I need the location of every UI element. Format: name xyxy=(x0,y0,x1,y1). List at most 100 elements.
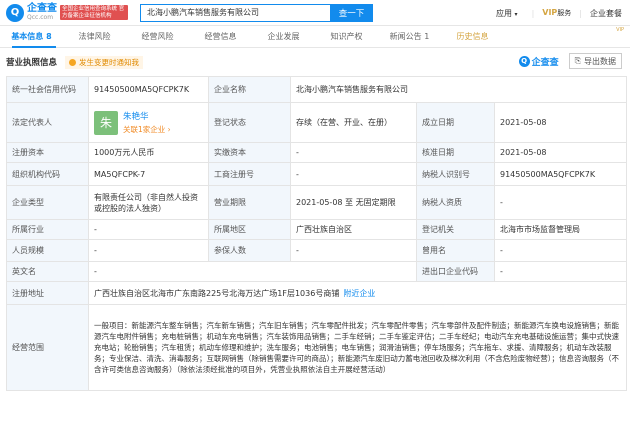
paid-capital-label: 实缴资本 xyxy=(208,142,291,163)
reg-no-value: - xyxy=(290,162,417,186)
related-companies-label: 关联1家企业 xyxy=(123,125,166,134)
search-bar: 北海小鹏汽车销售服务有限公司 查一下 xyxy=(140,3,373,22)
logo-text: 企查查 Qcc.com xyxy=(27,2,57,22)
legal-rep-name[interactable]: 朱艳华 xyxy=(123,110,171,122)
industry-label: 所属行业 xyxy=(6,219,89,240)
top-header: Q 企查查 Qcc.com 全国企业信用查询系统 官方备案企业征信机构 北海小鹏… xyxy=(0,0,630,26)
export-button[interactable]: ⎘ 导出数据 xyxy=(568,53,622,69)
address-value: 广西壮族自治区北海市广东南路225号北海万达广场1F层1036号商铺 xyxy=(94,288,340,298)
legal-rep: 朱 朱艳华 关联1家企业 › xyxy=(94,110,203,135)
table-row: 企业类型 有限责任公司（非自然人投资或控股的法人独资） 营业期限 2021-05… xyxy=(6,185,627,220)
business-license-table: 统一社会信用代码 91450500MA5QFCPK7K 企业名称 北海小鹏汽车销… xyxy=(6,76,627,391)
divider: | xyxy=(579,8,582,18)
table-row: 英文名 - 进出口企业代码 - xyxy=(6,261,627,282)
english-name-value: - xyxy=(88,261,417,282)
tab-operation-info[interactable]: 经营信息 xyxy=(189,31,252,42)
org-code-value: MA5QFCPK-7 xyxy=(88,162,209,186)
tab-news[interactable]: 新闻公告 1 xyxy=(378,31,441,42)
status-value: 存续（在营、开业、在册） xyxy=(290,102,417,143)
former-name-value: - xyxy=(494,239,627,262)
chevron-down-icon: ▾ xyxy=(514,10,518,18)
term-value: 2021-05-08 至 无固定期限 xyxy=(290,185,417,220)
former-name-label: 曾用名 xyxy=(416,239,495,262)
capital-label: 注册资本 xyxy=(6,142,89,163)
staff-value: - xyxy=(88,239,209,262)
vip-service-link[interactable]: VIP服务 xyxy=(542,8,571,18)
search-input[interactable]: 北海小鹏汽车销售服务有限公司 xyxy=(140,3,330,22)
table-row: 经营范围 一般项目：新能源汽车整车销售；汽车新车销售；汽车旧车销售；汽车零配件批… xyxy=(6,304,627,391)
credit-code-label: 统一社会信用代码 xyxy=(6,76,89,103)
tab-history[interactable]: 历史信息 xyxy=(441,31,504,42)
logo-badge: 全国企业信用查询系统 官方备案企业征信机构 xyxy=(60,5,128,20)
enterprise-suite-link[interactable]: 企业套餐 xyxy=(590,8,622,19)
qcc-logo-icon: Q xyxy=(518,55,530,67)
tax-qual-value: - xyxy=(494,185,627,220)
logo-sub: Qcc.com xyxy=(27,13,54,21)
table-row: 法定代表人 朱 朱艳华 关联1家企业 › 登记状态 存续（在营、开业、在册） 成… xyxy=(6,102,627,143)
industry-value: - xyxy=(88,219,209,240)
related-companies-link[interactable]: 关联1家企业 › xyxy=(123,124,171,135)
chevron-right-icon: › xyxy=(167,125,171,134)
staff-label: 人员规模 xyxy=(6,239,89,262)
tax-qual-label: 纳税人资质 xyxy=(416,185,495,220)
table-row: 人员规模 - 参保人数 - 曾用名 - xyxy=(6,239,627,262)
credit-code-value: 91450500MA5QFCPK7K xyxy=(88,76,209,103)
bell-icon xyxy=(69,58,77,66)
approve-date-value: 2021-05-08 xyxy=(494,142,627,163)
vip-sub-label: 服务 xyxy=(557,9,572,17)
search-button[interactable]: 查一下 xyxy=(330,3,373,22)
change-notify-button[interactable]: 发生变更时通知我 xyxy=(65,55,144,69)
vip-badge: VIP xyxy=(616,27,624,33)
logo-name: 企查查 xyxy=(27,2,57,14)
company-type-label: 企业类型 xyxy=(6,185,89,220)
table-row: 统一社会信用代码 91450500MA5QFCPK7K 企业名称 北海小鹏汽车销… xyxy=(6,76,627,103)
authority-value: 北海市市场监督管理局 xyxy=(494,219,627,240)
qcc-brand: Q 企查查 xyxy=(518,55,559,68)
address-label: 注册地址 xyxy=(6,281,89,305)
logo[interactable]: Q 企查查 Qcc.com 全国企业信用查询系统 官方备案企业征信机构 xyxy=(6,2,134,22)
table-row: 所属行业 - 所属地区 广西壮族自治区 登记机关 北海市市场监督管理局 xyxy=(6,219,627,240)
qcc-brand-name: 企查查 xyxy=(531,57,559,68)
tab-legal-risk[interactable]: 法律风险 xyxy=(63,31,126,42)
section-title: 营业执照信息 xyxy=(6,58,58,68)
region-value: 广西壮族自治区 xyxy=(290,219,417,240)
apps-menu-label: 应用 xyxy=(496,8,512,18)
nearby-companies-link[interactable]: 附近企业 xyxy=(343,289,375,298)
tab-label: 基本信息 xyxy=(11,32,44,41)
tab-development[interactable]: 企业发展 xyxy=(252,31,315,42)
authority-label: 登记机关 xyxy=(416,219,495,240)
tax-id-value: 91450500MA5QFCPK7K xyxy=(494,162,627,186)
divider: | xyxy=(531,8,535,18)
main-tabs: 基本信息 8 法律风险 经营风险 经营信息 企业发展 知识产权 新闻公告 1 历… xyxy=(0,26,630,48)
company-type-value: 有限责任公司（非自然人投资或控股的法人独资） xyxy=(88,185,209,220)
header-nav: 应用 ▾ | VIP服务 | 企业套餐 xyxy=(482,0,622,26)
tab-count: 1 xyxy=(424,32,430,41)
tab-operation-risk[interactable]: 经营风险 xyxy=(126,31,189,42)
scope-label: 经营范围 xyxy=(6,304,89,391)
table-row: 注册地址 广西壮族自治区北海市广东南路225号北海万达广场1F层1036号商铺附… xyxy=(6,281,627,305)
export-label: 导出数据 xyxy=(584,56,616,66)
avatar: 朱 xyxy=(94,110,118,135)
apps-menu[interactable]: 应用 ▾ xyxy=(496,8,518,19)
tab-label: 新闻公告 xyxy=(389,32,422,41)
legal-rep-label: 法定代表人 xyxy=(6,102,89,143)
status-label: 登记状态 xyxy=(208,102,291,143)
approve-date-label: 核准日期 xyxy=(416,142,495,163)
capital-value: 1000万元人民币 xyxy=(88,142,209,163)
tab-ip[interactable]: 知识产权 xyxy=(315,31,378,42)
company-name-label: 企业名称 xyxy=(208,76,291,103)
paid-capital-value: - xyxy=(290,142,417,163)
term-label: 营业期限 xyxy=(208,185,291,220)
insured-label: 参保人数 xyxy=(208,239,291,262)
reg-no-label: 工商注册号 xyxy=(208,162,291,186)
est-date-value: 2021-05-08 xyxy=(494,102,627,143)
address-cell: 广西壮族自治区北海市广东南路225号北海万达广场1F层1036号商铺 附近企业 xyxy=(88,281,627,305)
legal-rep-cell: 朱 朱艳华 关联1家企业 › xyxy=(88,102,209,143)
region-label: 所属地区 xyxy=(208,219,291,240)
vip-label: VIP xyxy=(542,8,558,17)
section-actions: Q 企查查 ⎘ 导出数据 xyxy=(518,53,622,69)
company-name-value: 北海小鹏汽车销售服务有限公司 xyxy=(290,76,627,103)
tab-count: 8 xyxy=(46,32,52,41)
tab-basic-info[interactable]: 基本信息 8 xyxy=(0,31,63,42)
change-notify-label: 发生变更时通知我 xyxy=(79,57,140,67)
